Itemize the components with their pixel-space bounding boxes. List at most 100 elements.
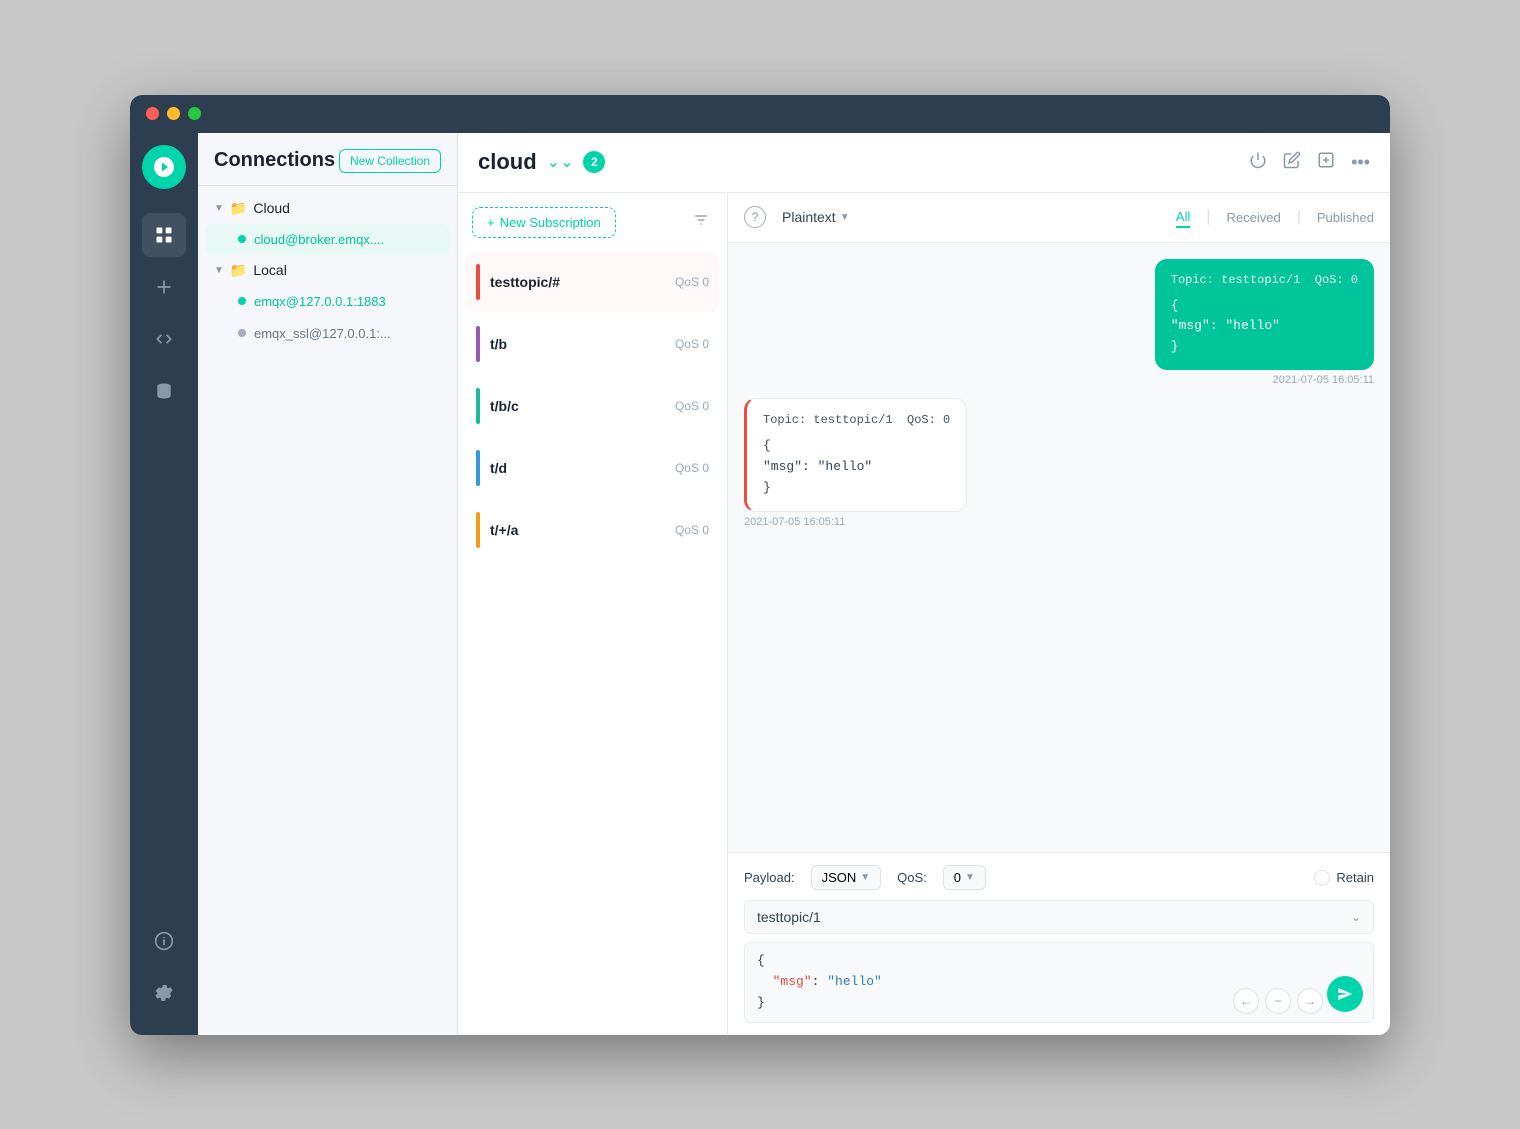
subscription-item-0[interactable]: testtopic/# QoS 0 — [466, 252, 719, 312]
connection-status-dot-ssl — [238, 329, 246, 337]
sidebar-item-add[interactable] — [142, 265, 186, 309]
incoming-bubble-1: Topic: testtopic/1 QoS: 0 { "msg": "hell… — [744, 398, 967, 512]
connections-header: Connections New Collection — [198, 133, 457, 186]
connections-title: Connections — [214, 149, 335, 172]
group-cloud[interactable]: ▼ 📁 Cloud — [198, 194, 457, 223]
connection-item-emqx-ssl[interactable]: emqx_ssl@127.0.0.1:... — [206, 318, 449, 349]
connection-item-emqx[interactable]: emqx@127.0.0.1:1883 — [206, 286, 449, 317]
payload-format-select[interactable]: JSON ▼ — [811, 865, 882, 890]
subscription-item-1[interactable]: t/b QoS 0 — [466, 314, 719, 374]
filter-tab-all[interactable]: All — [1176, 207, 1190, 228]
app-logo[interactable] — [142, 145, 186, 189]
payload-line1: { — [757, 951, 1361, 972]
message-filter-tabs: All | Received | Published — [1176, 207, 1374, 228]
subscription-item-2[interactable]: t/b/c QoS 0 — [466, 376, 719, 436]
send-button[interactable] — [1327, 976, 1363, 1012]
payload-label: Payload: — [744, 870, 795, 885]
add-tab-icon[interactable] — [1317, 151, 1335, 174]
connections-list: ▼ 📁 Cloud cloud@broker.emqx.... ▼ 📁 Loca… — [198, 186, 457, 358]
new-collection-button[interactable]: New Collection — [339, 149, 441, 173]
group-local[interactable]: ▼ 📁 Local — [198, 256, 457, 285]
more-icon[interactable]: ••• — [1351, 152, 1370, 173]
traffic-lights — [146, 107, 201, 120]
payload-prev-button[interactable]: ← — [1233, 988, 1259, 1014]
connection-count-badge: 2 — [583, 151, 605, 173]
messages-list: Topic: testtopic/1 QoS: 0 { "msg": "hell… — [728, 243, 1390, 853]
sub-topic-1: t/b — [490, 336, 675, 352]
minimize-button[interactable] — [167, 107, 180, 120]
new-subscription-button[interactable]: + New Subscription — [472, 207, 616, 238]
payload-next-button[interactable]: → — [1297, 988, 1323, 1014]
sub-topic-3: t/d — [490, 460, 675, 476]
payload-key: "msg" — [773, 974, 812, 989]
add-icon — [154, 277, 174, 297]
subscription-list: testtopic/# QoS 0 t/b QoS 0 t/b/c QoS 0 — [458, 248, 727, 564]
sub-topic-4: t/+/a — [490, 522, 675, 538]
retain-option: Retain — [1314, 870, 1374, 886]
edit-icon[interactable] — [1283, 151, 1301, 174]
sidebar-item-settings[interactable] — [142, 971, 186, 1015]
qos-select[interactable]: 0 ▼ — [943, 865, 986, 890]
payload-area[interactable]: { "msg": "hello" } ← − → — [744, 942, 1374, 1022]
help-icon[interactable]: ? — [744, 206, 766, 228]
msg-body-line1-1: { — [763, 436, 950, 457]
sub-topic-0: testtopic/# — [490, 274, 675, 290]
sub-color-bar-0 — [476, 264, 480, 300]
connection-status-dot — [238, 235, 246, 243]
connection-name-cloud: cloud@broker.emqx.... — [254, 232, 384, 247]
subscription-item-4[interactable]: t/+/a QoS 0 — [466, 500, 719, 560]
power-icon[interactable] — [1249, 151, 1267, 174]
sub-color-bar-3 — [476, 450, 480, 486]
header-right: ••• — [1249, 151, 1370, 174]
format-dropdown-arrow: ▼ — [840, 212, 850, 223]
outgoing-bubble-0: Topic: testtopic/1 QoS: 0 { "msg": "hell… — [1155, 259, 1374, 371]
sub-qos-0: QoS 0 — [675, 275, 709, 289]
format-label: Plaintext — [782, 209, 836, 225]
publish-options: Payload: JSON ▼ QoS: 0 ▼ — [744, 865, 1374, 890]
subscriptions-header: + New Subscription — [458, 193, 727, 248]
message-item-1: Topic: testtopic/1 QoS: 0 { "msg": "hell… — [744, 398, 1374, 528]
msg-body-line3-0: } — [1171, 337, 1358, 358]
msg-topic-1: Topic: testtopic/1 QoS: 0 — [763, 411, 950, 430]
retain-label: Retain — [1336, 870, 1374, 885]
topic-expand-icon[interactable]: ⌄ — [1351, 910, 1361, 924]
filter-icon[interactable] — [689, 208, 713, 237]
sidebar-item-connections[interactable] — [142, 213, 186, 257]
msg-topic-0: Topic: testtopic/1 QoS: 0 — [1171, 271, 1358, 290]
topic-input[interactable]: testtopic/1 — [757, 909, 1351, 925]
qos-arrow: ▼ — [965, 872, 975, 883]
connection-item-cloud[interactable]: cloud@broker.emqx.... — [206, 224, 449, 255]
sub-color-bar-2 — [476, 388, 480, 424]
messages-toolbar: ? Plaintext ▼ All | Received | Published — [728, 193, 1390, 243]
sidebar-item-code[interactable] — [142, 317, 186, 361]
group-local-name: Local — [253, 262, 286, 278]
content-split: + New Subscription — [458, 193, 1390, 1035]
folder-icon: 📁 — [230, 200, 247, 217]
sub-topic-2: t/b/c — [490, 398, 675, 414]
app-window: Connections New Collection ▼ 📁 Cloud clo… — [130, 95, 1390, 1035]
main-content: cloud ⌄⌄ 2 — [458, 133, 1390, 1035]
logo-icon — [152, 155, 176, 179]
message-item-0: Topic: testtopic/1 QoS: 0 { "msg": "hell… — [744, 259, 1374, 387]
close-button[interactable] — [146, 107, 159, 120]
group-local-arrow: ▼ — [214, 265, 224, 276]
sub-qos-4: QoS 0 — [675, 523, 709, 537]
sidebar-item-info[interactable] — [142, 919, 186, 963]
filter-tab-received[interactable]: Received — [1227, 208, 1281, 227]
retain-checkbox[interactable] — [1314, 870, 1330, 886]
group-cloud-arrow: ▼ — [214, 203, 224, 214]
connection-dropdown-icon[interactable]: ⌄⌄ — [547, 152, 574, 172]
maximize-button[interactable] — [188, 107, 201, 120]
sidebar-item-database[interactable] — [142, 369, 186, 413]
subscription-item-3[interactable]: t/d QoS 0 — [466, 438, 719, 498]
settings-icon — [154, 983, 174, 1003]
code-icon — [154, 329, 174, 349]
subscriptions-pane: + New Subscription — [458, 193, 728, 1035]
format-selector[interactable]: Plaintext ▼ — [782, 209, 850, 225]
msg-body-line2-1: "msg": "hello" — [763, 457, 950, 478]
payload-clear-button[interactable]: − — [1265, 988, 1291, 1014]
plus-icon: + — [487, 215, 495, 230]
filter-tab-published[interactable]: Published — [1317, 208, 1374, 227]
msg-body-line2-0: "msg": "hello" — [1171, 316, 1358, 337]
connection-name-ssl: emqx_ssl@127.0.0.1:... — [254, 326, 391, 341]
